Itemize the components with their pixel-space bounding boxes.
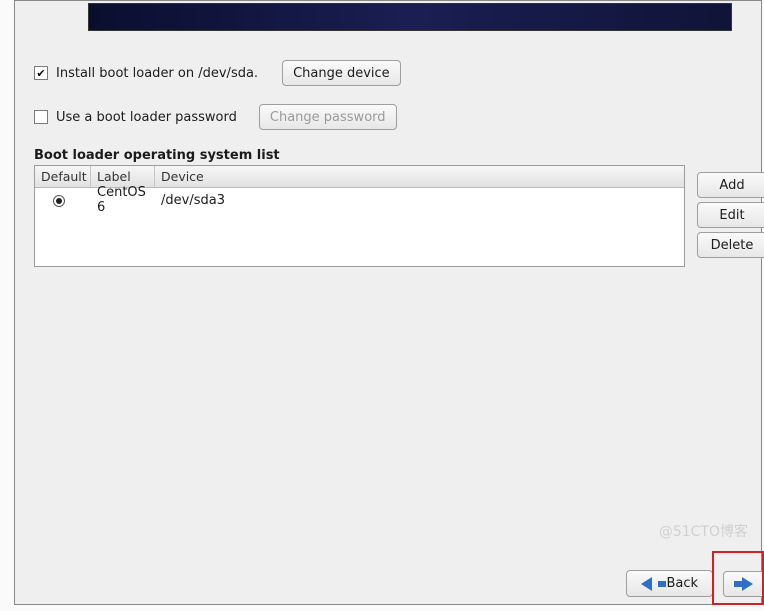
next-button-highlight [712, 551, 764, 605]
row-label: CentOS 6 [91, 185, 155, 215]
col-header-default[interactable]: Default [35, 166, 91, 187]
install-bootloader-row: ✔ Install boot loader on /dev/sda. Chang… [34, 60, 764, 86]
use-password-row: Use a boot loader password Change passwo… [34, 104, 764, 130]
header-banner [88, 3, 732, 31]
side-buttons: Add Edit Delete [697, 172, 764, 258]
edit-button[interactable]: Edit [697, 202, 764, 228]
default-radio-cell[interactable] [35, 193, 91, 208]
install-bootloader-checkbox[interactable]: ✔ [34, 66, 48, 80]
table-row[interactable]: CentOS 6 /dev/sda3 [35, 188, 684, 212]
delete-button[interactable]: Delete [697, 232, 764, 258]
back-button[interactable]: Back [626, 570, 713, 597]
content-area: ✔ Install boot loader on /dev/sda. Chang… [34, 60, 764, 551]
add-button[interactable]: Add [697, 172, 764, 198]
row-device: /dev/sda3 [155, 193, 684, 208]
col-header-device[interactable]: Device [155, 166, 684, 187]
os-list-title: Boot loader operating system list [34, 148, 764, 163]
change-device-button[interactable]: Change device [282, 60, 401, 86]
use-password-label: Use a boot loader password [56, 110, 237, 125]
use-password-checkbox[interactable] [34, 110, 48, 124]
back-label: Back [666, 576, 698, 591]
col-header-label[interactable]: Label [91, 166, 155, 187]
os-list-table: Default Label Device CentOS 6 /dev/sda3 [34, 165, 685, 267]
change-password-button: Change password [259, 104, 397, 130]
arrow-left-icon [641, 577, 666, 591]
default-radio[interactable] [53, 195, 65, 207]
install-bootloader-label: Install boot loader on /dev/sda. [56, 66, 258, 81]
watermark-text: @51CTO博客 [659, 521, 748, 541]
